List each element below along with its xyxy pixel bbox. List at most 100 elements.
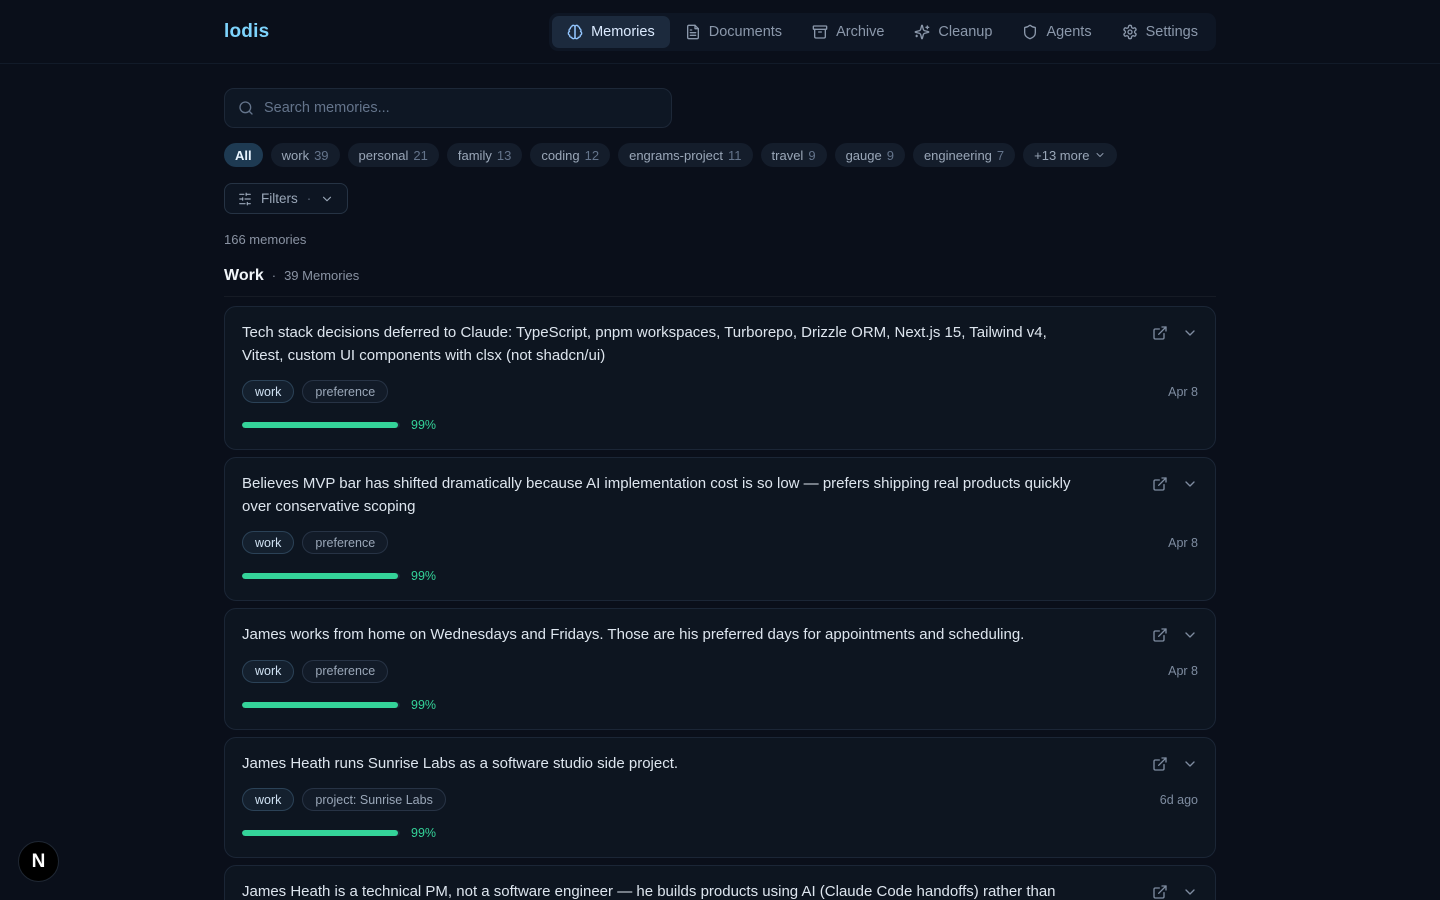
memory-list: Tech stack decisions deferred to Claude:…: [224, 306, 1216, 900]
confidence-label: 99%: [411, 569, 436, 583]
main-nav: Memories Documents Archive Cleanup Agent…: [549, 13, 1216, 51]
tab-label: Memories: [591, 24, 655, 40]
section-subtitle: 39 Memories: [284, 268, 359, 283]
chip-count: 11: [728, 148, 742, 163]
tag-pill[interactable]: preference: [302, 380, 388, 403]
chip-engineering[interactable]: engineering 7: [913, 143, 1015, 167]
confidence-label: 99%: [411, 698, 436, 712]
chip-work[interactable]: work39: [271, 143, 340, 167]
tag-pill[interactable]: work: [242, 788, 294, 811]
confidence-label: 99%: [411, 418, 436, 432]
chip-travel[interactable]: travel 9: [761, 143, 827, 167]
tag-pill[interactable]: work: [242, 531, 294, 554]
confidence-label: 99%: [411, 826, 436, 840]
tab-label: Archive: [836, 24, 884, 40]
open-memory-button[interactable]: [1152, 325, 1168, 341]
filters-separator: ·: [307, 191, 312, 206]
expand-memory-button[interactable]: [1182, 627, 1198, 643]
tag-filter-row: All work39 personal21 family13 coding12 …: [224, 143, 1216, 167]
chip-label: travel: [772, 148, 804, 163]
sparkles-icon: [914, 24, 930, 40]
external-link-icon: [1152, 756, 1168, 772]
filters-button[interactable]: Filters ·: [224, 183, 348, 214]
open-memory-button[interactable]: [1152, 476, 1168, 492]
tab-memories[interactable]: Memories: [552, 16, 670, 48]
expand-memory-button[interactable]: [1182, 884, 1198, 900]
section-title: Work: [224, 267, 264, 285]
chip-count: 39: [314, 148, 328, 163]
search-input[interactable]: [264, 100, 658, 116]
chevron-down-icon: [1182, 325, 1198, 341]
confidence-bar: [242, 573, 400, 579]
memory-title: James Heath runs Sunrise Labs as a softw…: [242, 753, 678, 776]
memory-date: Apr 8: [1168, 664, 1198, 678]
memory-title: James Heath is a technical PM, not a sof…: [242, 881, 1092, 900]
app-logo[interactable]: lodis: [224, 21, 269, 43]
memory-card[interactable]: Tech stack decisions deferred to Claude:…: [224, 306, 1216, 450]
memory-card[interactable]: James Heath is a technical PM, not a sof…: [224, 865, 1216, 900]
memory-card[interactable]: Believes MVP bar has shifted dramaticall…: [224, 457, 1216, 601]
tab-agents[interactable]: Agents: [1007, 16, 1106, 48]
chip-label: All: [235, 148, 252, 163]
open-memory-button[interactable]: [1152, 627, 1168, 643]
tag-pill[interactable]: project: Sunrise Labs: [302, 788, 445, 811]
chip-label: +13 more: [1034, 148, 1089, 163]
chip-count: 7: [997, 148, 1004, 163]
chip-label: family: [458, 148, 492, 163]
confidence-bar: [242, 830, 400, 836]
chip-count: 9: [808, 148, 815, 163]
shield-icon: [1022, 24, 1038, 40]
filters-label: Filters: [261, 191, 298, 206]
chip-gauge[interactable]: gauge9: [835, 143, 905, 167]
external-link-icon: [1152, 627, 1168, 643]
nextjs-dev-badge[interactable]: N: [18, 841, 59, 882]
chevron-down-icon: [1182, 627, 1198, 643]
expand-memory-button[interactable]: [1182, 325, 1198, 341]
nextjs-logo-icon: N: [32, 851, 46, 873]
external-link-icon: [1152, 476, 1168, 492]
tag-pill[interactable]: work: [242, 660, 294, 683]
chevron-down-icon: [1094, 149, 1106, 161]
tab-label: Settings: [1146, 24, 1198, 40]
memory-date: Apr 8: [1168, 536, 1198, 550]
chevron-down-icon: [1182, 756, 1198, 772]
external-link-icon: [1152, 884, 1168, 900]
confidence-bar: [242, 702, 400, 708]
chip-personal[interactable]: personal21: [348, 143, 439, 167]
chip-engrams-project[interactable]: engrams-project 11: [618, 143, 752, 167]
tab-documents[interactable]: Documents: [670, 16, 797, 48]
expand-memory-button[interactable]: [1182, 756, 1198, 772]
memory-card[interactable]: James works from home on Wednesdays and …: [224, 608, 1216, 730]
archive-icon: [812, 24, 828, 40]
search-icon: [238, 100, 254, 116]
app-header: lodis Memories Documents Archive Cleanup…: [0, 0, 1440, 64]
memories-count: 166 memories: [224, 232, 1216, 247]
sliders-icon: [238, 192, 252, 206]
chevron-down-icon: [1182, 476, 1198, 492]
tag-pill[interactable]: preference: [302, 531, 388, 554]
chip-label: engrams-project: [629, 148, 723, 163]
chip-label: personal: [359, 148, 409, 163]
tab-label: Documents: [709, 24, 782, 40]
tag-pill[interactable]: work: [242, 380, 294, 403]
chip-more[interactable]: +13 more: [1023, 143, 1117, 167]
brain-icon: [567, 24, 583, 40]
tag-pill[interactable]: preference: [302, 660, 388, 683]
expand-memory-button[interactable]: [1182, 476, 1198, 492]
chip-family[interactable]: family 13: [447, 143, 522, 167]
memory-title: Believes MVP bar has shifted dramaticall…: [242, 473, 1092, 518]
tab-cleanup[interactable]: Cleanup: [899, 16, 1007, 48]
chip-count: 13: [497, 148, 511, 163]
chip-label: engineering: [924, 148, 992, 163]
open-memory-button[interactable]: [1152, 756, 1168, 772]
memory-title: Tech stack decisions deferred to Claude:…: [242, 322, 1092, 367]
section-header-work: Work · 39 Memories: [224, 267, 1216, 297]
chevron-down-icon: [320, 192, 334, 206]
tab-archive[interactable]: Archive: [797, 16, 899, 48]
search-bar[interactable]: [224, 88, 672, 128]
memory-card[interactable]: James Heath runs Sunrise Labs as a softw…: [224, 737, 1216, 859]
tab-settings[interactable]: Settings: [1107, 16, 1213, 48]
open-memory-button[interactable]: [1152, 884, 1168, 900]
chip-all[interactable]: All: [224, 143, 263, 167]
chip-coding[interactable]: coding12: [530, 143, 610, 167]
